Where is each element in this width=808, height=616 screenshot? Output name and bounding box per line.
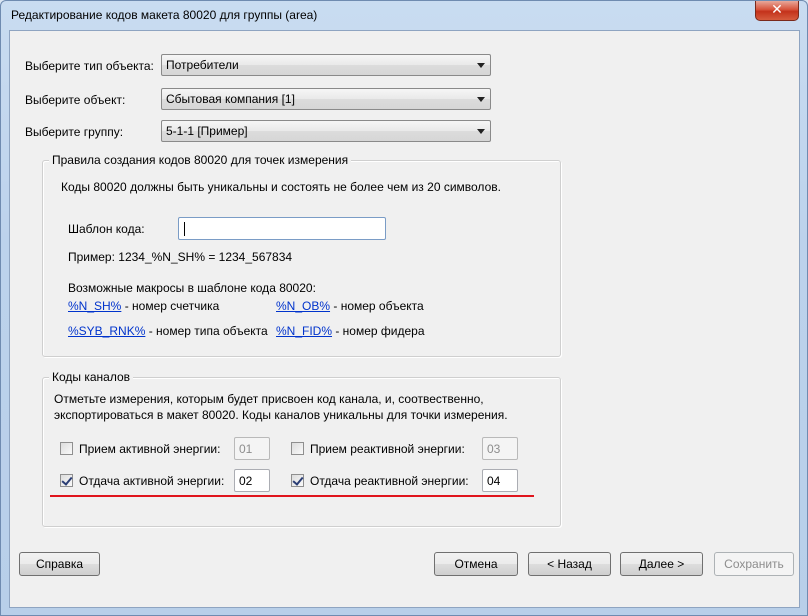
reactive-import-code-value: 03 xyxy=(487,442,501,456)
template-example: Пример: 1234_%N_SH% = 1234_567834 xyxy=(68,250,293,264)
object-select[interactable]: Сбытовая компания [1] xyxy=(161,88,491,110)
active-import-code-value: 01 xyxy=(239,442,253,456)
chevron-down-icon xyxy=(477,97,485,102)
group-select[interactable]: 5-1-1 [Пример] xyxy=(161,120,491,142)
save-button[interactable]: Сохранить xyxy=(714,552,794,576)
reactive-import-checkbox[interactable] xyxy=(291,442,304,455)
macro-link-n-ob[interactable]: %N_OB% xyxy=(276,299,330,313)
close-icon[interactable]: ✕ xyxy=(755,1,799,21)
reactive-export-code[interactable]: 04 xyxy=(482,469,518,492)
rules-legend: Правила создания кодов 80020 для точек и… xyxy=(49,153,352,167)
macro-item: %N_FID% - номер фидера xyxy=(276,324,425,338)
macro-item: %SYB_RNK% - номер типа объекта xyxy=(68,324,268,338)
reactive-export-code-value: 04 xyxy=(487,474,501,488)
help-button[interactable]: Справка xyxy=(19,552,100,576)
template-label: Шаблон кода: xyxy=(68,222,145,236)
object-label: Выберите объект: xyxy=(25,93,126,107)
channels-groupbox: Коды каналов Отметьте измерения, которым… xyxy=(42,370,561,527)
window-title: Редактирование кодов макета 80020 для гр… xyxy=(11,8,318,22)
object-type-value: Потребители xyxy=(166,58,239,72)
rules-description: Коды 80020 должны быть уникальны и состо… xyxy=(61,180,501,194)
reactive-export-label: Отдача реактивной энергии: xyxy=(310,474,469,488)
chevron-down-icon xyxy=(477,129,485,134)
object-type-label: Выберите тип объекта: xyxy=(25,59,154,73)
macro-desc: - номер типа объекта xyxy=(145,324,268,338)
active-export-code-value: 02 xyxy=(239,474,253,488)
group-label: Выберите группу: xyxy=(25,125,124,139)
macro-link-n-fid[interactable]: %N_FID% xyxy=(276,324,332,338)
channels-description-line2: экспортироваться в макет 80020. Коды кан… xyxy=(54,408,508,422)
macro-link-n-sh[interactable]: %N_SH% xyxy=(68,299,121,313)
dialog-window: Редактирование кодов макета 80020 для гр… xyxy=(0,0,808,616)
macros-title: Возможные макросы в шаблоне кода 80020: xyxy=(68,281,316,295)
active-export-label: Отдача активной энергии: xyxy=(79,474,225,488)
cancel-button[interactable]: Отмена xyxy=(434,552,518,576)
annotation-underline xyxy=(50,495,534,497)
active-import-label: Прием активной энергии: xyxy=(79,442,221,456)
macro-desc: - номер фидера xyxy=(332,324,425,338)
channels-description-line1: Отметьте измерения, которым будет присво… xyxy=(54,392,484,406)
object-value: Сбытовая компания [1] xyxy=(166,92,295,106)
active-export-code[interactable]: 02 xyxy=(234,469,270,492)
macro-desc: - номер счетчика xyxy=(121,299,220,313)
group-value: 5-1-1 [Пример] xyxy=(166,124,248,138)
next-button[interactable]: Далее > xyxy=(620,552,703,576)
reactive-import-code[interactable]: 03 xyxy=(482,437,518,460)
macro-desc: - номер объекта xyxy=(330,299,424,313)
template-input[interactable] xyxy=(178,217,386,240)
active-export-checkbox[interactable] xyxy=(60,474,73,487)
active-import-checkbox[interactable] xyxy=(60,442,73,455)
text-caret xyxy=(184,222,185,236)
object-type-select[interactable]: Потребители xyxy=(161,54,491,76)
channels-legend: Коды каналов xyxy=(49,370,134,384)
macro-item: %N_OB% - номер объекта xyxy=(276,299,424,313)
reactive-export-checkbox[interactable] xyxy=(291,474,304,487)
macro-item: %N_SH% - номер счетчика xyxy=(68,299,219,313)
chevron-down-icon xyxy=(477,63,485,68)
active-import-code[interactable]: 01 xyxy=(234,437,270,460)
back-button[interactable]: < Назад xyxy=(528,552,611,576)
macro-link-syb-rnk[interactable]: %SYB_RNK% xyxy=(68,324,145,338)
rules-groupbox: Правила создания кодов 80020 для точек и… xyxy=(42,153,561,357)
dialog-body: Выберите тип объекта: Потребители Выбери… xyxy=(9,30,800,608)
title-bar[interactable]: Редактирование кодов макета 80020 для гр… xyxy=(1,1,807,29)
reactive-import-label: Прием реактивной энергии: xyxy=(310,442,465,456)
